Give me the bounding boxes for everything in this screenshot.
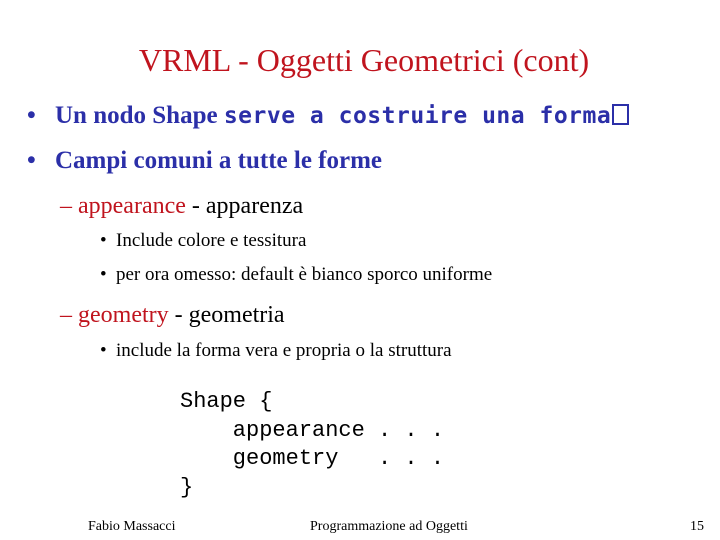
dash-marker: – [60,302,72,328]
dash-marker: – [60,193,72,219]
bullet-marker: • [100,230,107,251]
point-text: per ora omesso: default è bianco sporco … [116,264,493,285]
code-block: Shape { appearance . . . geometry . . . … [180,389,445,500]
bullet-shape-node: • Un nodo Shape serve a costruire una for… [27,101,630,131]
bullet-text-mono: serve a costruire una forma [223,103,612,129]
point-text: Include colore e tessitura [116,230,307,251]
subitem-geometry: – geometry - geometria [60,300,285,330]
slide-title: VRML - Oggetti Geometrici (cont) [138,42,590,78]
point-item: • per ora omesso: default è bianco sporco… [100,263,492,287]
point-item: • include la forma vera e propria o la st… [100,339,452,363]
bullet-marker: • [100,340,107,361]
point-item: • Include colore e tessitura [100,229,306,253]
subitem-appearance: – appearance - apparenza [60,191,303,221]
point-text: include la forma vera e propria o la str… [116,340,452,361]
footer-author: Fabio Massacci [88,519,176,534]
field-keyword: geometry [78,302,169,328]
footer-page-number: 15 [690,519,704,534]
bullet-text: Un nodo Shape [55,102,224,129]
footer-course: Programmazione ad Oggetti [310,519,468,534]
missing-glyph-box-icon [612,104,630,125]
bullet-marker: • [100,264,107,285]
bullet-common-fields: • Campi comuni a tutte le forme [27,146,382,176]
field-description: - geometria [168,302,285,328]
bullet-marker: • [27,102,36,129]
bullet-marker: • [27,147,36,174]
bullet-text: Campi comuni a tutte le forme [55,147,383,174]
field-keyword: appearance [78,193,186,219]
field-description: - apparenza [185,193,304,219]
